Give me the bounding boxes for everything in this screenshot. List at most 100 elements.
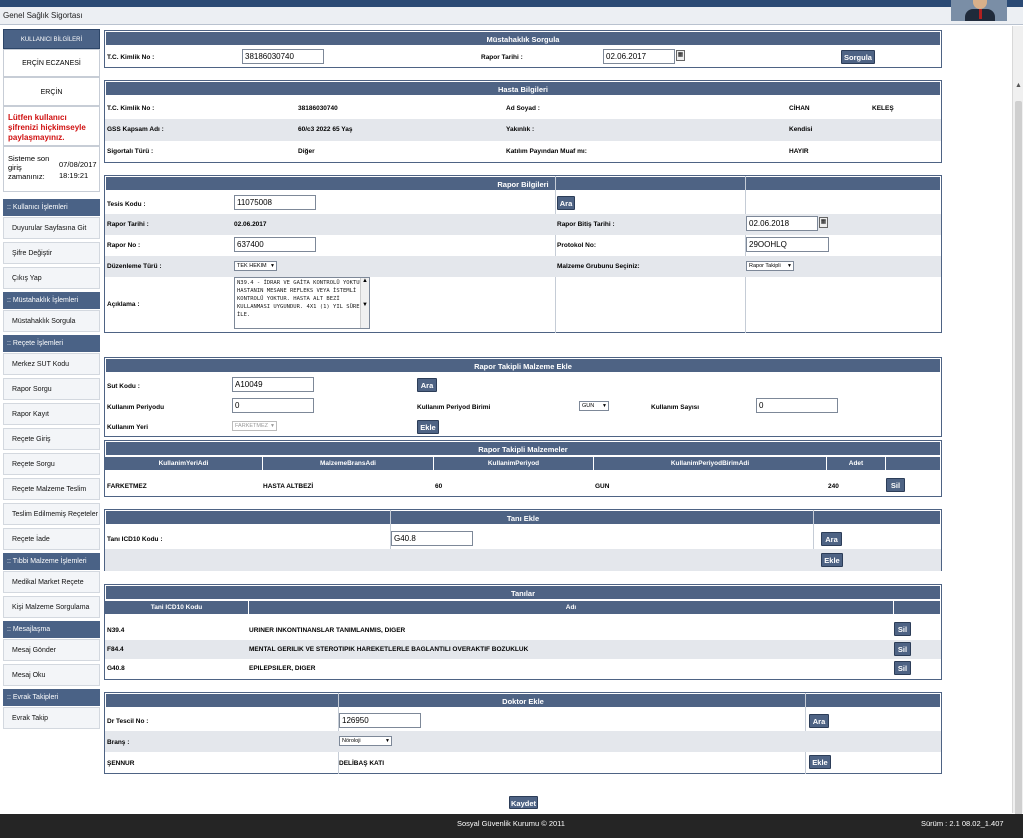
table-cell: FARKETMEZ (107, 483, 147, 490)
version: Sürüm : 2.1 08.02_1.407 (921, 819, 1004, 828)
doktor-panel: Doktor Ekle Dr Tescil No : 126950 Ara Br… (104, 692, 942, 774)
tani-ara-button[interactable]: Ara (821, 532, 842, 546)
birim-select[interactable]: GUN (579, 401, 609, 411)
col-header: Tani ICD10 Kodu (105, 601, 249, 614)
doktor-ekle-button[interactable]: Ekle (809, 755, 831, 769)
sayi-input[interactable]: 0 (756, 398, 838, 413)
tesis-ara-button[interactable]: Ara (557, 196, 575, 210)
sut-ara-button[interactable]: Ara (417, 378, 437, 392)
table-cell: F84.4 (107, 646, 124, 653)
sidebar-item[interactable]: Duyurular Sayfasına Git (3, 217, 100, 239)
tani-sil-button[interactable]: Sil (894, 622, 911, 636)
tani-ekle-button[interactable]: Ekle (821, 553, 843, 567)
tani-ekle-title: Tanı Ekle (105, 510, 941, 525)
rapor-no-input[interactable]: 637400 (234, 237, 316, 252)
tc-label: T.C. Kimlik No : (107, 54, 155, 61)
duzenleme-label: Düzenleme Türü : (107, 263, 162, 270)
doktor-title: Doktor Ekle (105, 693, 941, 708)
sorgula-button[interactable]: Sorgula (841, 50, 875, 64)
malzeme-sil-button[interactable]: Sil (886, 478, 905, 492)
bitis-input[interactable]: 02.06.2018 (746, 216, 818, 231)
rapor-tarihi-label: Rapor Tarihi : (481, 54, 523, 61)
hasta-tc-label: T.C. Kimlik No : (107, 105, 155, 112)
title-bar: Genel Sağlık Sigortası (0, 7, 1023, 25)
malzeme-ekle-button[interactable]: Ekle (417, 420, 439, 434)
yer-select[interactable]: FARKETMEZ (232, 421, 277, 431)
sidebar-item[interactable]: Evrak Takip (3, 707, 100, 729)
scroll-thumb[interactable] (1015, 101, 1022, 831)
scroll-up-arrow-icon[interactable]: ▲ (1015, 82, 1022, 89)
last-name: KELEŞ (872, 105, 894, 112)
rapor-tarihi-value: 02.06.2017 (234, 221, 267, 228)
pharmacy-name: ERÇİN ECZANESİ (3, 49, 100, 77)
brans-select[interactable]: Nöroloji (339, 736, 392, 746)
yer-label: Kullanım Yeri (107, 424, 149, 431)
periyod-input[interactable]: 0 (232, 398, 314, 413)
sidebar-item[interactable]: Müstahaklık Sorgula (3, 310, 100, 332)
rapor-tarihi-label-2: Rapor Tarihi : (107, 221, 149, 228)
katilim-value: HAYIR (789, 148, 809, 155)
katilim-label: Katılım Payından Muaf mı: (506, 148, 587, 155)
sidebar-item[interactable]: Reçete Sorgu (3, 453, 100, 475)
tani-sil-button[interactable]: Sil (894, 642, 911, 656)
sidebar-item[interactable]: Şifre Değiştir (3, 242, 100, 264)
tani-input[interactable]: G40.8 (391, 531, 473, 546)
sidebar-item[interactable]: Merkez SUT Kodu Tanımlama (3, 353, 100, 389)
kaydet-button[interactable]: Kaydet (509, 796, 538, 809)
malzeme-grup-label: Malzeme Grubunu Seçiniz: (557, 263, 640, 270)
hasta-tc-value: 38186030740 (298, 105, 338, 112)
duzenleme-select[interactable]: TEK HEKIM (234, 261, 277, 271)
doktor-first-name: ŞENNUR (107, 760, 135, 767)
page-scrollbar[interactable]: ▲ (1012, 26, 1023, 831)
malzemeler-title: Rapor Takipli Malzemeler (105, 441, 941, 456)
sidebar-item[interactable]: Reçete İade (3, 528, 100, 550)
app-title: Genel Sağlık Sigortası (3, 11, 83, 20)
table-cell: 240 (828, 483, 839, 490)
tesis-label: Tesis Kodu : (107, 201, 146, 208)
chevron-up-icon[interactable]: ^ (940, 2, 950, 12)
tani-sil-button[interactable]: Sil (894, 661, 911, 675)
tesis-input[interactable]: 11075008 (234, 195, 316, 210)
sidebar-item[interactable]: Kişi Malzeme Sorgulama (3, 596, 100, 618)
sidebar-item[interactable]: Mesaj Oku (3, 664, 100, 686)
sidebar-section-header: :: Müstahaklık İşlemleri (3, 292, 100, 309)
sayi-label: Kullanım Sayısı (651, 404, 700, 411)
tanilar-title: Tanılar (105, 585, 941, 600)
sidebar-item[interactable]: Rapor Kayıt (3, 403, 100, 425)
mustahaklik-title: Müstahaklık Sorgula (105, 31, 941, 46)
sut-input[interactable]: A10049 (232, 377, 314, 392)
last-login-date: 07/08/2017 (59, 160, 97, 169)
col-header: Adı (249, 601, 894, 614)
rapor-panel: Rapor Bilgileri Tesis Kodu : 11075008 Ar… (104, 175, 942, 333)
sidebar-item[interactable]: Reçete Malzeme Teslim (3, 478, 100, 500)
yakinlik-label: Yakınlık : (506, 126, 535, 133)
rapor-tarihi-input[interactable]: 02.06.2017 (603, 49, 675, 64)
doktor-last-name: DELİBAŞ KATI (339, 760, 385, 767)
user-name: ERÇİN (3, 77, 100, 106)
doktor-ara-button[interactable]: Ara (809, 714, 829, 728)
calendar-icon[interactable]: ▦ (819, 217, 828, 228)
aciklama-label: Açıklama : (107, 301, 140, 308)
tc-input[interactable]: 38186030740 (242, 49, 324, 64)
calendar-icon[interactable]: ▦ (676, 50, 685, 61)
sidebar-item[interactable]: Reçete Giriş (3, 428, 100, 450)
sidebar-item[interactable]: Çıkış Yap (3, 267, 100, 289)
rapor-no-label: Rapor No : (107, 242, 141, 249)
malzeme-grup-select[interactable]: Rapor Takipli (746, 261, 794, 271)
sidebar: KULLANICI BİLGİLERİ ERÇİN ECZANESİ ERÇİN… (0, 26, 103, 813)
tanilar-panel: Tanılar Tani ICD10 Kodu Adı N39.4 URINER… (104, 584, 942, 680)
protokol-input[interactable]: 29OOHLQ (746, 237, 829, 252)
sidebar-item[interactable]: Rapor Sorgu (3, 378, 100, 400)
sidebar-item[interactable]: Mesaj Gönder (3, 639, 100, 661)
table-cell: MENTAL GERILIK VE STEROTIPIK HAREKETLERL… (249, 646, 529, 653)
textarea-scrollbar[interactable]: ▲ ▼ (360, 278, 369, 328)
sidebar-item[interactable]: Medikal Market Reçete Sorgu (3, 571, 100, 607)
sidebar-item[interactable]: Teslim Edilmemiş Reçeteler (3, 503, 100, 525)
aciklama-textarea[interactable]: N39.4 - İDRAR VE GAİTA KONTROLÜ YOKTUR. … (234, 277, 370, 329)
tescil-input[interactable]: 126950 (339, 713, 421, 728)
sidebar-section-header: :: Kullanıcı İşlemleri (3, 199, 100, 216)
last-login-label: Sisteme son giriş zamanınız: (8, 154, 50, 181)
table-cell: HASTA ALTBEZİ (263, 483, 314, 490)
gss-label: GSS Kapsam Adı : (107, 126, 164, 133)
table-row: FARKETMEZ HASTA ALTBEZİ 60 GUN 240 Sil (105, 472, 941, 496)
